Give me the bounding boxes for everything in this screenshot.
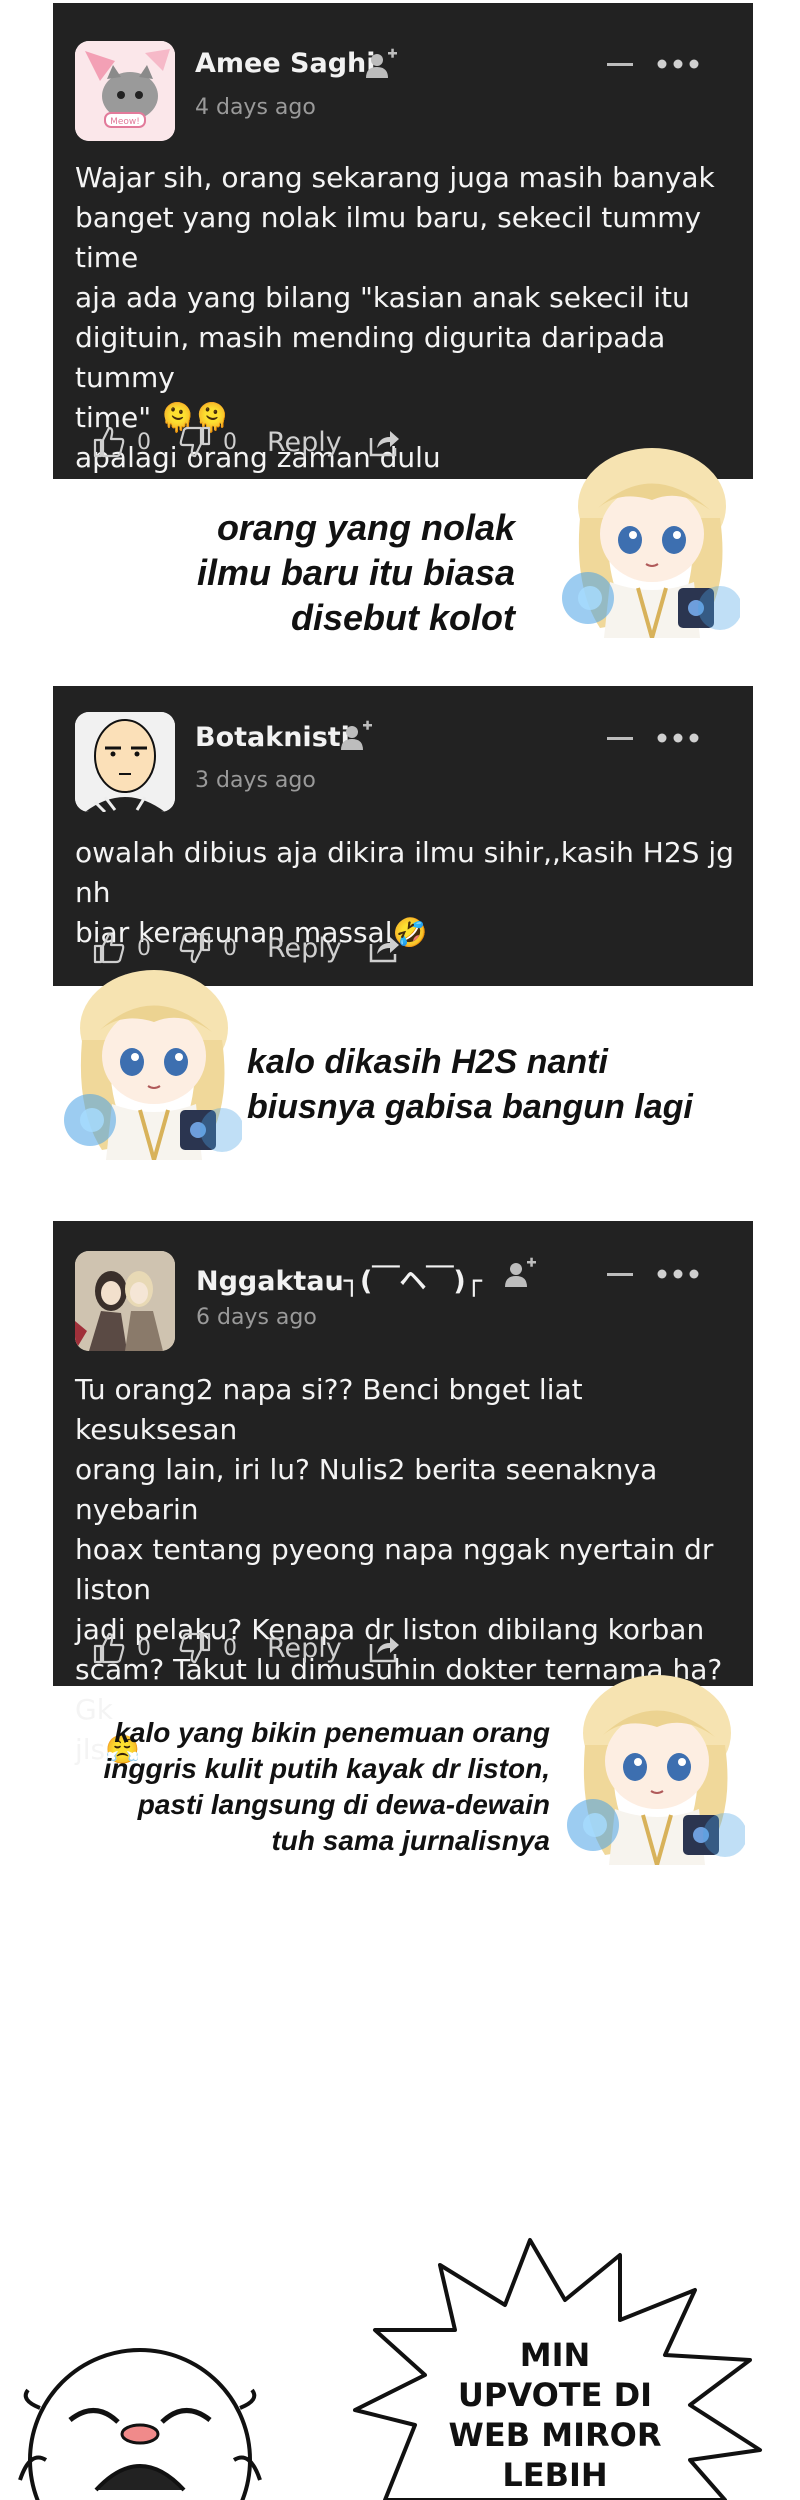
reply-button[interactable]: Reply bbox=[267, 933, 342, 964]
minimize-icon[interactable] bbox=[607, 63, 633, 66]
reply-button[interactable]: Reply bbox=[267, 427, 342, 458]
dislike-count: 0 bbox=[223, 429, 237, 455]
comment-card-3: Nggaktau┐(￣ヘ￣)┌ 6 days ago Tu orang2 nap… bbox=[53, 1221, 753, 1766]
comment-actions: 0 0 Reply bbox=[91, 420, 402, 464]
follow-icon[interactable] bbox=[364, 48, 398, 82]
more-icon[interactable] bbox=[657, 59, 699, 69]
comment-card-1: Meow! Amee Saghi 4 days ago Wajar sih, o… bbox=[53, 3, 753, 479]
comment-card-2: Botaknisti 3 days ago owalah dibius aja … bbox=[53, 686, 753, 986]
minimize-icon[interactable] bbox=[607, 1273, 633, 1276]
like-count: 0 bbox=[137, 1635, 151, 1661]
like-count: 0 bbox=[137, 429, 151, 455]
more-icon[interactable] bbox=[657, 1269, 699, 1279]
more-icon[interactable] bbox=[657, 733, 699, 743]
thumbs-down-icon[interactable] bbox=[177, 1630, 213, 1666]
avatar[interactable] bbox=[75, 712, 175, 812]
dislike-count: 0 bbox=[223, 1635, 237, 1661]
caption-2: kalo dikasih H2S nanti biusnya gabisa ba… bbox=[247, 1043, 693, 1126]
comment-username[interactable]: Botaknisti bbox=[195, 722, 350, 753]
character-illustration bbox=[62, 970, 242, 1160]
thumbs-down-icon[interactable] bbox=[177, 930, 213, 966]
thumbs-up-icon[interactable] bbox=[91, 424, 127, 460]
comment-time: 6 days ago bbox=[196, 1305, 317, 1330]
minimize-icon[interactable] bbox=[607, 737, 633, 740]
character-illustration bbox=[560, 448, 740, 638]
comment-username[interactable]: Amee Saghi bbox=[195, 48, 376, 79]
character-illustration bbox=[565, 1675, 745, 1865]
comment-username[interactable]: Nggaktau┐(￣ヘ￣)┌ bbox=[196, 1259, 482, 1298]
avatar[interactable]: Meow! bbox=[75, 41, 175, 141]
crying-face-illustration bbox=[18, 2348, 262, 2500]
share-icon[interactable] bbox=[366, 1630, 402, 1666]
caption-3: kalo yang bikin penemuan orang inggris k… bbox=[103, 1717, 550, 1856]
comment-actions: 0 0 Reply bbox=[91, 1626, 402, 1670]
like-count: 0 bbox=[137, 935, 151, 961]
comment-actions: 0 0 Reply bbox=[91, 926, 402, 970]
comment-time: 3 days ago bbox=[195, 768, 316, 793]
dislike-count: 0 bbox=[223, 935, 237, 961]
thumbs-up-icon[interactable] bbox=[91, 930, 127, 966]
speech-bubble-text: MIN UPVOTE DI WEB MIROR LEBIH bbox=[448, 2336, 662, 2494]
caption-1: orang yang nolak ilmu baru itu biasa dis… bbox=[196, 507, 515, 638]
share-icon[interactable] bbox=[366, 424, 402, 460]
svg-text:Meow!: Meow! bbox=[110, 117, 140, 127]
thumbs-down-icon[interactable] bbox=[177, 424, 213, 460]
share-icon[interactable] bbox=[366, 930, 402, 966]
follow-icon[interactable] bbox=[339, 720, 373, 754]
follow-icon[interactable] bbox=[503, 1257, 537, 1291]
comment-time: 4 days ago bbox=[195, 95, 316, 120]
reply-button[interactable]: Reply bbox=[267, 1633, 342, 1664]
thumbs-up-icon[interactable] bbox=[91, 1630, 127, 1666]
avatar[interactable] bbox=[75, 1251, 175, 1351]
